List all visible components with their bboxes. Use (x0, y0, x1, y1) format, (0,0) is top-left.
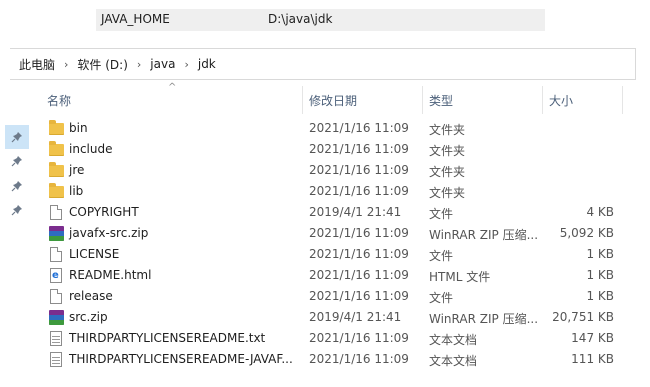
file-row[interactable]: release 2021/1/16 11:09 文件 1 KB (36, 286, 626, 307)
file-date: 2021/1/16 11:09 (309, 247, 409, 261)
env-variable-name: JAVA_HOME (101, 12, 170, 26)
file-name: COPYRIGHT (69, 205, 139, 219)
env-variable-row: JAVA_HOME D:\java\jdk (96, 9, 545, 31)
file-row[interactable]: javafx-src.zip 2021/1/16 11:09 WinRAR ZI… (36, 223, 626, 244)
column-header-row: ^ 名称 修改日期 类型 大小 (36, 82, 626, 114)
file-row[interactable]: e README.html 2021/1/16 11:09 HTML 文件 1 … (36, 265, 626, 286)
column-header-name[interactable]: 名称 (47, 92, 71, 109)
file-date: 2021/1/16 11:09 (309, 331, 409, 345)
file-size: 1 KB (586, 268, 614, 282)
file-row[interactable]: src.zip 2019/4/1 21:41 WinRAR ZIP 压缩... … (36, 307, 626, 328)
folder-icon (49, 141, 64, 157)
file-type: 文本文档 (429, 333, 478, 347)
file-date: 2021/1/16 11:09 (309, 268, 409, 282)
file-type: WinRAR ZIP 压缩... (429, 312, 539, 326)
winrar-zip-icon (49, 226, 64, 241)
file-date: 2021/1/16 11:09 (309, 226, 409, 240)
winrar-zip-icon (49, 310, 64, 325)
file-name: jre (69, 163, 85, 177)
file-size: 111 KB (571, 352, 614, 366)
file-type: 文件夹 (429, 165, 466, 179)
chevron-right-icon[interactable]: › (137, 58, 141, 71)
file-row[interactable]: lib 2021/1/16 11:09 文件夹 (36, 181, 626, 202)
file-name: release (69, 289, 113, 303)
column-divider[interactable] (302, 86, 303, 114)
file-type: 文件夹 (429, 123, 466, 137)
file-size: 20,751 KB (552, 310, 614, 324)
pin-icon[interactable] (11, 180, 23, 192)
chevron-right-icon[interactable]: › (184, 58, 188, 71)
column-header-type[interactable]: 类型 (429, 92, 453, 109)
file-date: 2019/4/1 21:41 (309, 310, 402, 324)
file-icon (49, 205, 64, 220)
file-name: bin (69, 121, 88, 135)
column-divider[interactable] (622, 86, 623, 114)
breadcrumb-item-jdk[interactable]: jdk (198, 57, 216, 71)
file-row[interactable]: THIRDPARTYLICENSEREADME-JAVAF... 2021/1/… (36, 349, 626, 370)
file-name: lib (69, 184, 84, 198)
sort-ascending-icon: ^ (168, 82, 177, 93)
file-type: 文件 (429, 291, 454, 305)
column-header-size[interactable]: 大小 (549, 92, 573, 109)
file-size: 1 KB (586, 247, 614, 261)
file-row[interactable]: bin 2021/1/16 11:09 文件夹 (36, 118, 626, 139)
file-type: 文件 (429, 249, 454, 263)
file-type: 文件夹 (429, 144, 466, 158)
file-date: 2021/1/16 11:09 (309, 184, 409, 198)
file-icon (49, 247, 64, 262)
file-row[interactable]: THIRDPARTYLICENSEREADME.txt 2021/1/16 11… (36, 328, 626, 349)
pin-icon[interactable] (11, 155, 23, 167)
file-name: README.html (69, 268, 152, 282)
file-row[interactable]: include 2021/1/16 11:09 文件夹 (36, 139, 626, 160)
file-name: THIRDPARTYLICENSEREADME.txt (69, 331, 266, 345)
file-date: 2021/1/16 11:09 (309, 142, 409, 156)
column-divider[interactable] (542, 86, 543, 114)
breadcrumb-item-drive-d[interactable]: 软件 (D:) (77, 56, 127, 73)
breadcrumb-item-this-pc[interactable]: 此电脑 (19, 56, 55, 73)
file-type: 文件夹 (429, 186, 466, 200)
file-row[interactable]: COPYRIGHT 2019/4/1 21:41 文件 4 KB (36, 202, 626, 223)
navigation-pane (0, 80, 36, 387)
chevron-right-icon[interactable]: › (64, 58, 68, 71)
file-name: LICENSE (69, 247, 120, 261)
file-date: 2021/1/16 11:09 (309, 163, 409, 177)
file-date: 2021/1/16 11:09 (309, 352, 409, 366)
file-type: 文本文档 (429, 354, 478, 368)
text-file-icon (49, 331, 64, 346)
file-size: 4 KB (586, 205, 614, 219)
folder-icon (49, 162, 64, 178)
file-type: HTML 文件 (429, 270, 491, 284)
file-name: javafx-src.zip (69, 226, 149, 240)
folder-icon (49, 120, 64, 136)
breadcrumb[interactable]: 此电脑 › 软件 (D:) › java › jdk (10, 48, 636, 80)
file-icon (49, 289, 64, 304)
file-date: 2021/1/16 11:09 (309, 121, 409, 135)
folder-icon (49, 183, 64, 199)
file-name: include (69, 142, 113, 156)
text-file-icon (49, 352, 64, 367)
file-name: src.zip (69, 310, 108, 324)
file-type: WinRAR ZIP 压缩... (429, 228, 539, 242)
pin-icon[interactable] (11, 204, 23, 216)
file-date: 2021/1/16 11:09 (309, 289, 409, 303)
pin-icon[interactable] (5, 125, 29, 149)
breadcrumb-item-java[interactable]: java (150, 57, 175, 71)
column-divider[interactable] (422, 86, 423, 114)
column-header-date[interactable]: 修改日期 (309, 92, 357, 109)
file-date: 2019/4/1 21:41 (309, 205, 402, 219)
file-size: 5,092 KB (559, 226, 614, 240)
file-type: 文件 (429, 207, 454, 221)
file-name: THIRDPARTYLICENSEREADME-JAVAF... (69, 352, 293, 366)
file-size: 1 KB (586, 289, 614, 303)
file-size: 147 KB (571, 331, 614, 345)
file-row[interactable]: jre 2021/1/16 11:09 文件夹 (36, 160, 626, 181)
html-file-icon: e (49, 268, 64, 283)
file-row[interactable]: LICENSE 2021/1/16 11:09 文件 1 KB (36, 244, 626, 265)
env-variable-value: D:\java\jdk (268, 12, 333, 26)
